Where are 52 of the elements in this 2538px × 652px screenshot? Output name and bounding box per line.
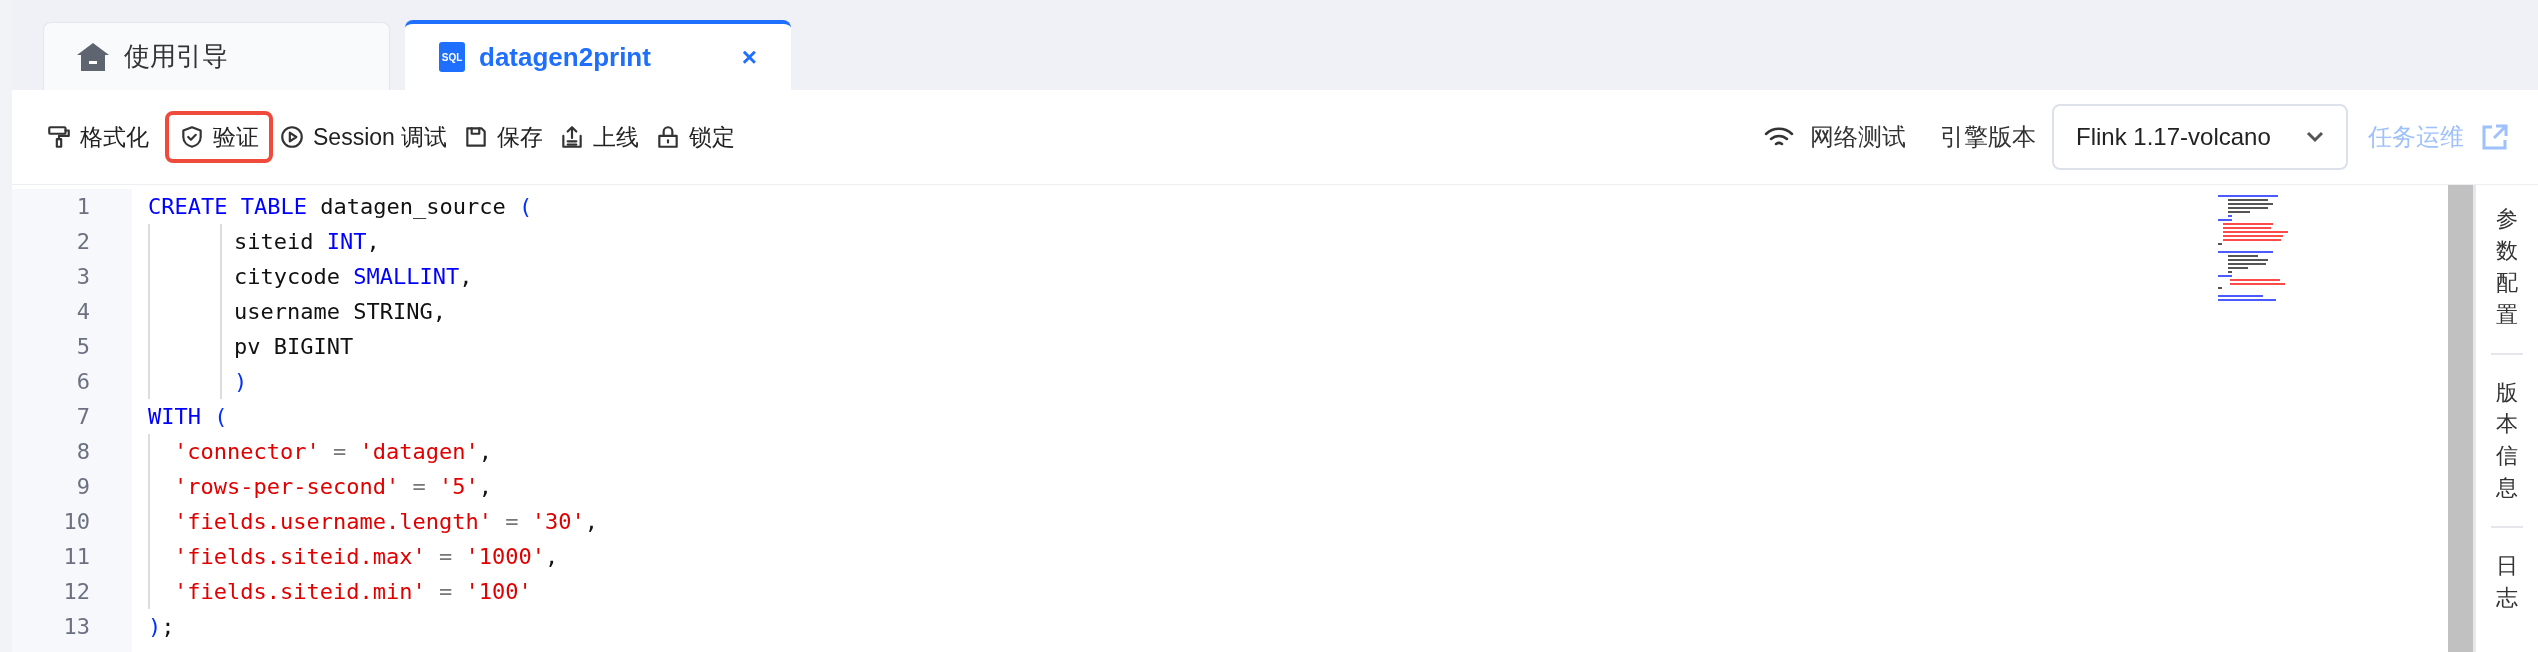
code-line: siteid INT, xyxy=(234,228,380,256)
play-circle-icon xyxy=(279,124,305,150)
code-line: 'fields.username.length' = '30', xyxy=(174,508,598,536)
code-line: username STRING, xyxy=(234,298,446,326)
paint-roller-icon xyxy=(46,124,72,150)
wifi-icon xyxy=(1764,126,1794,148)
toolbar-button[interactable]: 锁定 xyxy=(655,111,746,163)
line-number: 6 xyxy=(76,368,90,396)
code-line: 'connector' = 'datagen', xyxy=(174,438,492,466)
engine-version-select[interactable]: Flink 1.17-volcano xyxy=(2052,104,2348,170)
line-number: 2 xyxy=(76,228,90,256)
tab-label: 使用引导 xyxy=(124,40,229,73)
toolbar-button[interactable]: 格式化 xyxy=(46,111,159,163)
line-number: 12 xyxy=(63,578,90,606)
sql-file-icon: SQL xyxy=(439,42,465,72)
external-link-icon xyxy=(2482,124,2508,150)
code-line: WITH ( xyxy=(148,403,228,431)
scrollbar[interactable] xyxy=(2448,185,2476,652)
code-line: 'fields.siteid.min' = '100' xyxy=(174,578,532,606)
chevron-down-icon xyxy=(2306,131,2324,143)
close-button[interactable]: × xyxy=(741,37,757,77)
toolbar-button[interactable]: 验证 xyxy=(165,111,273,163)
house-icon xyxy=(76,41,110,72)
engine-version-label: 引擎版本 xyxy=(1940,122,2036,152)
tab[interactable]: SQL datagen2print × xyxy=(405,20,791,90)
side-panel-tab[interactable]: 版本信息 xyxy=(2496,376,2518,505)
line-number: 1 xyxy=(76,193,90,221)
code-line: ) xyxy=(234,368,248,396)
shield-check-icon xyxy=(179,124,205,150)
line-number: 4 xyxy=(76,298,90,326)
code-line: ); xyxy=(148,613,175,641)
code-line: citycode SMALLINT, xyxy=(234,263,473,291)
toolbar-button[interactable]: 保存 xyxy=(463,111,554,163)
line-number: 3 xyxy=(76,263,90,291)
toolbar-button[interactable]: Session 调试 xyxy=(279,111,458,163)
code-line: CREATE TABLE datagen_source ( xyxy=(148,193,533,221)
tab[interactable]: 使用引导 xyxy=(43,22,390,90)
code-line: 'rows-per-second' = '5', xyxy=(174,473,492,501)
code-line: 'fields.siteid.max' = '1000', xyxy=(174,543,559,571)
network-test-button[interactable]: 网络测试 xyxy=(1810,119,1906,155)
line-number: 13 xyxy=(63,613,90,641)
code-line: pv BIGINT xyxy=(234,333,354,361)
tab-label: datagen2print xyxy=(479,40,652,74)
line-number: 10 xyxy=(63,508,90,536)
line-number: 5 xyxy=(76,333,90,361)
toolbar-button[interactable]: 上线 xyxy=(559,111,650,163)
line-number: 9 xyxy=(76,473,90,501)
side-panel-tab[interactable]: 日志 xyxy=(2496,550,2518,614)
line-number: 8 xyxy=(76,438,90,466)
line-number: 11 xyxy=(63,543,90,571)
side-panel-tab[interactable]: 参数配置 xyxy=(2496,203,2518,331)
line-number: 7 xyxy=(76,403,90,431)
